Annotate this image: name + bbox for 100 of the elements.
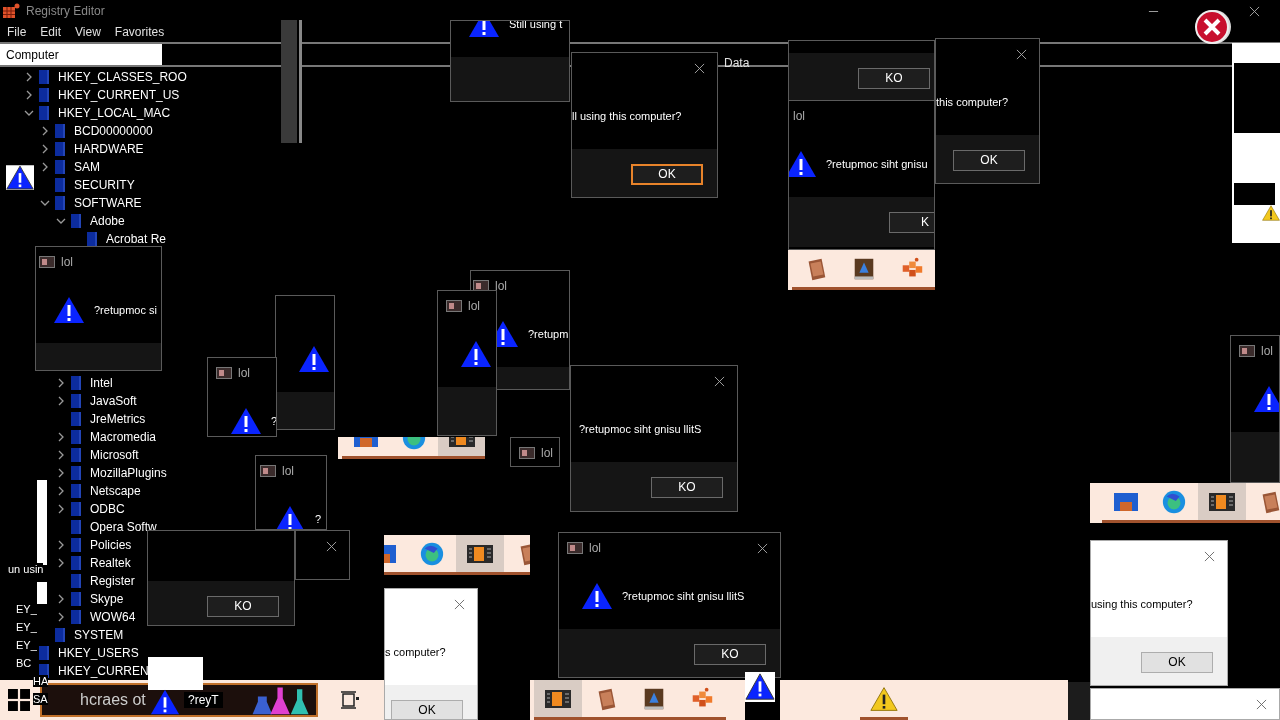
folder-icon bbox=[70, 573, 82, 589]
tree-item[interactable]: HKEY_LOCAL_MAC bbox=[24, 104, 171, 122]
tree-item[interactable]: Realtek bbox=[56, 554, 131, 572]
tree-item[interactable]: Netscape bbox=[56, 482, 141, 500]
dialog-message: this computer? bbox=[936, 96, 1009, 108]
close-icon[interactable] bbox=[454, 598, 465, 610]
dialog-message: ll using this computer? bbox=[572, 110, 682, 122]
tree-item[interactable]: HKEY_CURRENT_US bbox=[24, 86, 180, 104]
menu-item[interactable]: Edit bbox=[40, 25, 62, 39]
warning-icon bbox=[789, 150, 817, 178]
dialog-button[interactable]: OK bbox=[1141, 651, 1213, 673]
dialog-title: lol bbox=[282, 464, 294, 478]
warning-icon bbox=[150, 688, 180, 716]
windows-start-icon[interactable] bbox=[8, 689, 30, 711]
tree-item[interactable]: SOFTWARE bbox=[40, 194, 142, 212]
dialog-button[interactable]: OK bbox=[953, 149, 1025, 171]
menu-item[interactable]: File bbox=[7, 25, 27, 39]
tree-item[interactable]: Policies bbox=[56, 536, 132, 554]
folder-icon bbox=[86, 231, 98, 247]
folder-icon bbox=[54, 627, 66, 643]
tree-item[interactable]: WOW64 bbox=[56, 608, 136, 626]
folder-icon bbox=[70, 483, 82, 499]
folder-icon bbox=[70, 609, 82, 625]
tree-item[interactable]: HARDWARE bbox=[40, 140, 144, 158]
registry-icon bbox=[2, 3, 20, 19]
close-icon[interactable] bbox=[1249, 5, 1260, 17]
tree-item[interactable]: Acrobat Re bbox=[86, 230, 167, 248]
globe-icon bbox=[418, 540, 446, 567]
dialog-message: ?reyT bbox=[184, 692, 223, 708]
tree-item[interactable]: JreMetrics bbox=[70, 410, 146, 428]
dialog-message: ?retupmoc siht gnisu bbox=[826, 158, 928, 170]
tree-item[interactable]: Opera Softw bbox=[70, 518, 157, 536]
close-icon[interactable] bbox=[1256, 698, 1267, 710]
folder-icon bbox=[70, 537, 82, 553]
app-icon bbox=[260, 465, 276, 477]
folder-icon bbox=[70, 429, 82, 445]
dialog-title: lol bbox=[495, 279, 507, 293]
key-label: un usin bbox=[8, 563, 44, 575]
app-icon bbox=[567, 542, 583, 554]
app-icon bbox=[473, 280, 489, 292]
dialog-message: ? bbox=[271, 415, 276, 427]
tree-item[interactable]: Skype bbox=[56, 590, 124, 608]
tree-item[interactable]: BCD00000000 bbox=[40, 122, 153, 140]
dialog-button[interactable]: KO bbox=[694, 643, 766, 665]
task-view-icon[interactable] bbox=[340, 690, 360, 710]
taskbar-button[interactable] bbox=[534, 680, 582, 720]
warning-icon bbox=[870, 685, 898, 712]
tree-item[interactable]: SYSTEM bbox=[54, 626, 124, 644]
menu-item[interactable]: Favorites bbox=[114, 25, 165, 39]
folder-icon bbox=[54, 141, 66, 157]
scrollbar[interactable] bbox=[281, 20, 299, 143]
tree-item[interactable]: Adobe bbox=[56, 212, 125, 230]
taskbar-button[interactable] bbox=[456, 535, 504, 575]
folder-icon bbox=[70, 519, 82, 535]
tree-item[interactable]: HKEY_CLASSES_ROO bbox=[24, 68, 187, 86]
tree-item[interactable]: JavaSoft bbox=[56, 392, 137, 410]
key-label: SA bbox=[33, 693, 48, 705]
app-icon bbox=[216, 367, 232, 379]
warning-icon bbox=[6, 165, 34, 190]
key-label: EY_ bbox=[16, 603, 37, 615]
dialog-message: using this computer? bbox=[1091, 598, 1193, 610]
close-icon[interactable] bbox=[714, 375, 725, 387]
close-icon[interactable] bbox=[757, 542, 768, 554]
tree-item[interactable]: Microsoft bbox=[56, 446, 139, 464]
tree-item[interactable]: ODBC bbox=[56, 500, 125, 518]
column-header[interactable]: Data bbox=[724, 44, 750, 65]
folder-icon bbox=[54, 159, 66, 175]
tree-item[interactable]: SECURITY bbox=[54, 176, 135, 194]
dialog-message: Still using t bbox=[509, 21, 563, 30]
dialog-button[interactable]: K bbox=[889, 211, 934, 233]
close-icon[interactable] bbox=[326, 540, 337, 552]
dialog-title: lol bbox=[61, 255, 73, 269]
dialog-button[interactable]: OK bbox=[631, 163, 703, 185]
app-icon bbox=[446, 300, 462, 312]
close-icon[interactable] bbox=[694, 62, 705, 74]
warning-icon bbox=[745, 672, 775, 702]
tree-item[interactable]: Intel bbox=[56, 374, 113, 392]
tree-item[interactable]: HKEY_USERS bbox=[38, 644, 139, 662]
dialog-button[interactable]: KO bbox=[651, 476, 723, 498]
dialog-message: ? bbox=[315, 513, 322, 525]
folder-icon bbox=[70, 465, 82, 481]
app-icon bbox=[1239, 345, 1255, 357]
close-icon[interactable] bbox=[1204, 550, 1215, 562]
globe-icon bbox=[1160, 488, 1188, 515]
app-icon bbox=[519, 447, 535, 459]
menu-item[interactable]: View bbox=[75, 25, 101, 39]
dialog-button[interactable]: KO bbox=[207, 595, 279, 617]
tree-item[interactable]: Macromedia bbox=[56, 428, 157, 446]
tree-item[interactable]: SAM bbox=[40, 158, 100, 176]
close-icon[interactable] bbox=[1016, 48, 1027, 60]
taskbar-button[interactable] bbox=[1198, 483, 1246, 523]
dialog-button[interactable]: OK bbox=[391, 699, 463, 719]
address-field[interactable]: Computer bbox=[0, 44, 162, 65]
warning-icon bbox=[460, 340, 492, 368]
window-background bbox=[1068, 682, 1090, 720]
warning-icon bbox=[1253, 385, 1279, 413]
error-icon bbox=[1193, 8, 1233, 46]
tree-item[interactable]: Register bbox=[70, 572, 135, 590]
dialog-button[interactable]: KO bbox=[858, 67, 930, 89]
tree-item[interactable]: MozillaPlugins bbox=[56, 464, 167, 482]
